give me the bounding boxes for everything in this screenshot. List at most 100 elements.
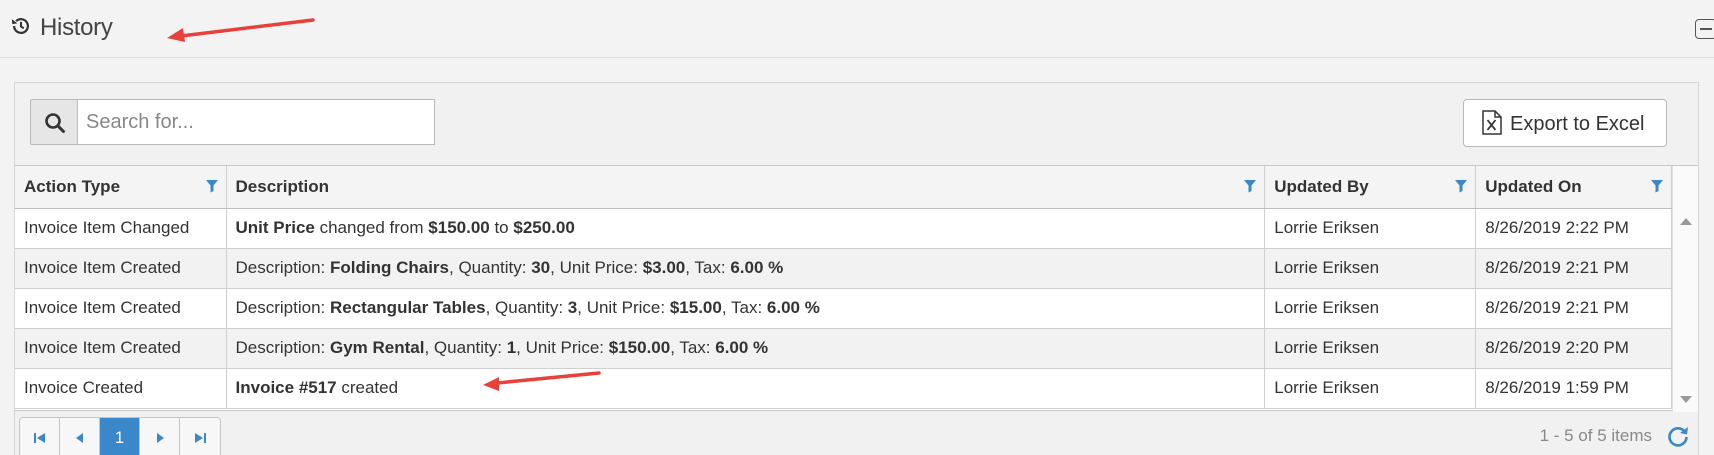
description-value: Gym Rental <box>330 338 425 357</box>
pager-summary: 1 - 5 of 5 items <box>1539 426 1652 445</box>
cell-description: Description: Gym Rental, Quantity: 1, Un… <box>226 328 1266 369</box>
history-grid: Action Type Description Updated By Updat… <box>15 165 1698 412</box>
description-text: , Quantity: <box>449 258 532 277</box>
search-button[interactable] <box>30 99 78 145</box>
column-header-description[interactable]: Description <box>226 166 1266 209</box>
description-value: $15.00 <box>669 298 722 317</box>
page-button-current[interactable]: 1 <box>100 418 140 455</box>
panel-header: History <box>0 0 1714 58</box>
description-value: Unit Price <box>235 218 315 237</box>
description-value: $3.00 <box>642 258 686 277</box>
refresh-icon[interactable] <box>1665 423 1691 449</box>
description-value: 1 <box>506 338 517 357</box>
cell-updated-on: 8/26/2019 2:20 PM <box>1475 328 1672 369</box>
header-row: Action Type Description Updated By Updat… <box>15 166 1672 209</box>
description-value: $250.00 <box>513 218 575 237</box>
next-page-icon <box>157 433 164 443</box>
table-row[interactable]: Invoice Item Created Description: Gym Ren… <box>15 328 1672 369</box>
last-page-button[interactable] <box>180 418 220 455</box>
column-header-action-type[interactable]: Action Type <box>15 166 227 209</box>
cell-action-type: Invoice Item Changed <box>15 208 227 249</box>
table-row[interactable]: Invoice Created Invoice #517 created Lorri… <box>15 368 1672 409</box>
description-value: Folding Chairs <box>330 258 449 277</box>
cell-action-type: Invoice Item Created <box>15 288 227 329</box>
last-page-icon <box>195 433 206 443</box>
cell-updated-on: 8/26/2019 1:59 PM <box>1475 368 1672 409</box>
description-text: to <box>489 218 514 237</box>
description-text: , Unit Price: <box>550 258 643 277</box>
description-value: 6.00 % <box>715 338 769 357</box>
description-value: $150.00 <box>608 338 671 357</box>
history-table: Action Type Description Updated By Updat… <box>15 166 1672 409</box>
cell-updated-on: 8/26/2019 2:21 PM <box>1475 288 1672 329</box>
cell-action-type: Invoice Created <box>15 368 227 409</box>
description-text: , Quantity: <box>485 298 568 317</box>
column-label: Action Type <box>24 176 121 196</box>
next-page-button[interactable] <box>140 418 180 455</box>
page-title: History <box>40 14 113 41</box>
vertical-scrollbar[interactable] <box>1672 166 1698 412</box>
export-to-excel-button[interactable]: Export to Excel <box>1463 99 1667 147</box>
description-value: 6.00 % <box>766 298 820 317</box>
description-text: Description: <box>235 338 330 357</box>
description-value: $150.00 <box>428 218 490 237</box>
table-row[interactable]: Invoice Item Created Description: Folding… <box>15 248 1672 289</box>
cell-updated-by: Lorrie Eriksen <box>1264 288 1477 329</box>
annotation-arrow <box>483 371 601 391</box>
annotation-arrow <box>167 18 315 42</box>
grid-body: Invoice Item Changed Unit Price changed f… <box>15 208 1672 409</box>
cell-updated-on: 8/26/2019 2:22 PM <box>1475 208 1672 249</box>
cell-description: Invoice #517 created <box>226 368 1266 409</box>
description-value: Invoice #517 <box>235 378 337 397</box>
column-header-updated-on[interactable]: Updated On <box>1475 166 1672 209</box>
cell-updated-by: Lorrie Eriksen <box>1264 328 1477 369</box>
cell-action-type: Invoice Item Created <box>15 328 227 369</box>
description-value: 6.00 % <box>730 258 784 277</box>
previous-page-button[interactable] <box>60 418 100 455</box>
description-value: 30 <box>531 258 551 277</box>
cell-updated-by: Lorrie Eriksen <box>1264 248 1477 289</box>
cell-updated-by: Lorrie Eriksen <box>1264 208 1477 249</box>
first-page-icon <box>34 433 45 443</box>
description-text: , Unit Price: <box>577 298 670 317</box>
table-row[interactable]: Invoice Item Changed Unit Price changed f… <box>15 208 1672 249</box>
cell-updated-by: Lorrie Eriksen <box>1264 368 1477 409</box>
cell-description: Description: Folding Chairs, Quantity: 3… <box>226 248 1266 289</box>
description-text: , Unit Price: <box>516 338 609 357</box>
description-text: Description: <box>235 258 330 277</box>
description-text: , Tax: <box>721 298 767 317</box>
first-page-button[interactable] <box>20 418 60 455</box>
filter-icon[interactable] <box>1243 179 1257 193</box>
description-text: , Tax: <box>670 338 716 357</box>
column-label: Updated On <box>1485 176 1582 196</box>
description-value: Rectangular Tables <box>330 298 486 317</box>
description-text: Description: <box>235 298 330 317</box>
cell-description: Description: Rectangular Tables, Quantit… <box>226 288 1266 329</box>
collapse-icon[interactable] <box>1695 19 1714 39</box>
column-header-updated-by[interactable]: Updated By <box>1264 166 1477 209</box>
cell-action-type: Invoice Item Created <box>15 248 227 289</box>
description-value: 3 <box>567 298 578 317</box>
description-text: created <box>336 378 399 397</box>
pager: 1 <box>19 417 221 455</box>
filter-icon[interactable] <box>205 179 219 193</box>
previous-page-icon <box>76 433 83 443</box>
column-label: Updated By <box>1274 176 1369 196</box>
excel-file-icon <box>1482 110 1502 135</box>
table-row[interactable]: Invoice Item Created Description: Rectang… <box>15 288 1672 329</box>
filter-icon[interactable] <box>1454 179 1468 193</box>
description-text: , Tax: <box>685 258 731 277</box>
description-text: changed from <box>314 218 429 237</box>
export-label: Export to Excel <box>1510 113 1645 135</box>
search-input[interactable] <box>77 99 435 145</box>
scroll-down-icon[interactable] <box>1680 396 1692 403</box>
column-label: Description <box>235 176 330 196</box>
history-icon <box>11 18 29 34</box>
scroll-up-icon[interactable] <box>1680 218 1692 225</box>
cell-description: Unit Price changed from $150.00 to $250.… <box>226 208 1266 249</box>
description-text: , Quantity: <box>424 338 507 357</box>
search-icon <box>45 113 65 133</box>
history-panel: Export to Excel Action Type Description … <box>14 82 1699 455</box>
cell-updated-on: 8/26/2019 2:21 PM <box>1475 248 1672 289</box>
filter-icon[interactable] <box>1650 179 1664 193</box>
